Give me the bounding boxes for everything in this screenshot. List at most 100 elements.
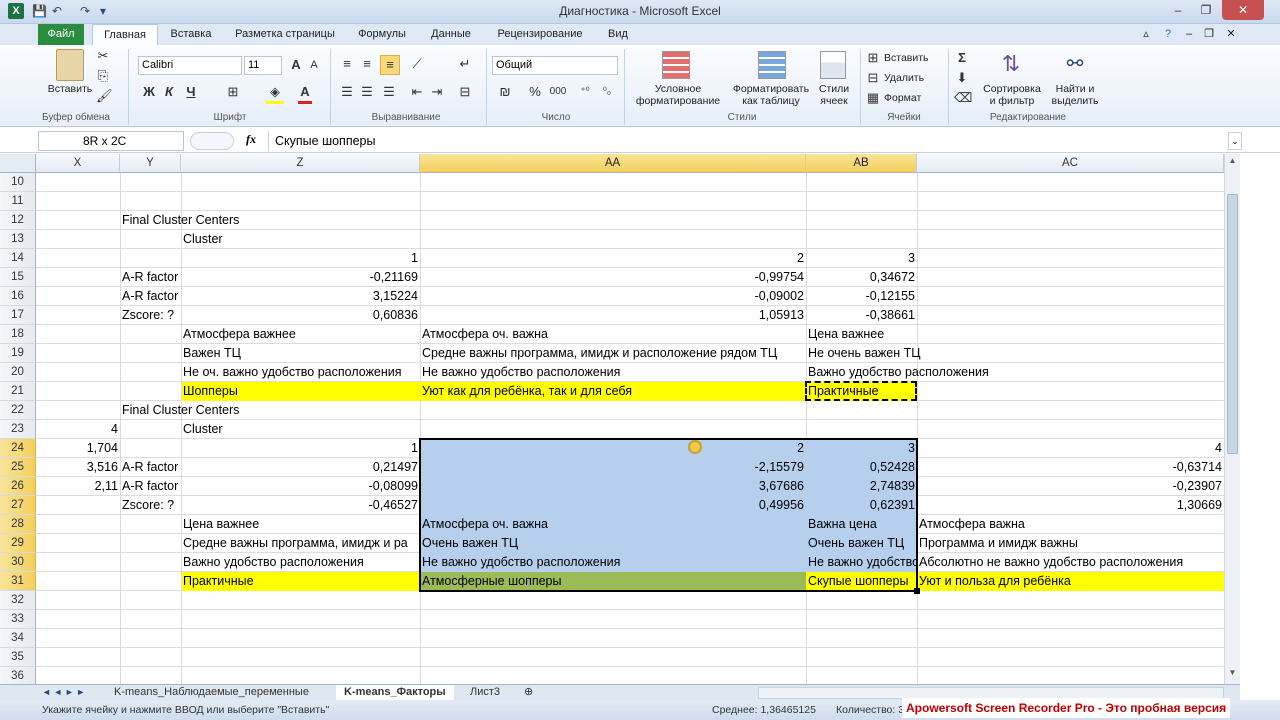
underline-button[interactable]: Ч — [184, 83, 198, 101]
row-header-27[interactable]: 27 — [0, 496, 36, 515]
cell-x-24[interactable]: 1,704 — [36, 439, 120, 458]
cell-ac-24[interactable]: 4 — [917, 439, 1224, 458]
row-header-20[interactable]: 20 — [0, 363, 36, 382]
cell-ab-14[interactable]: 3 — [806, 249, 917, 268]
delete-cells-icon[interactable]: ⊟ — [866, 69, 880, 87]
row-header-17[interactable]: 17 — [0, 306, 36, 325]
tab-insert[interactable]: Вставка — [162, 24, 220, 45]
font-family-select[interactable]: Calibri — [138, 56, 242, 75]
conditional-formatting-icon[interactable] — [662, 51, 690, 79]
format-cells-button[interactable]: Формат — [884, 92, 944, 104]
font-size-select[interactable]: 11 — [244, 56, 282, 75]
cell-ac-29[interactable]: Программа и имидж важны — [917, 534, 1224, 553]
cell-y-22[interactable]: Final Cluster Centers — [120, 401, 520, 420]
cell-aa-20[interactable]: Не важно удобство расположения — [420, 363, 806, 382]
cell-ac-27[interactable]: 1,30669 — [917, 496, 1224, 515]
paste-icon[interactable] — [56, 49, 84, 81]
sheet-tab-list3[interactable]: Лист3 — [462, 685, 508, 701]
cell-x-23[interactable]: 4 — [36, 420, 120, 439]
row-header-21[interactable]: 21 — [0, 382, 36, 401]
close-button[interactable]: ✕ — [1222, 0, 1264, 20]
cell-x-25[interactable]: 3,516 — [36, 458, 120, 477]
align-middle-icon[interactable]: ≡ — [358, 55, 376, 73]
sheet-nav-buttons[interactable]: ◄ ◄ ► ► — [34, 685, 93, 701]
cell-z-16[interactable]: 3,15224 — [181, 287, 420, 306]
italic-button[interactable]: К — [162, 83, 176, 101]
bold-button[interactable]: Ж — [142, 83, 156, 101]
workbook-close-icon[interactable]: ✕ — [1222, 24, 1240, 45]
cell-aa-14[interactable]: 2 — [420, 249, 806, 268]
grow-font-icon[interactable]: A — [288, 56, 304, 74]
help-icon[interactable]: ? — [1160, 24, 1176, 45]
row-header-13[interactable]: 13 — [0, 230, 36, 249]
align-top-icon[interactable]: ≡ — [338, 55, 356, 73]
scroll-down-icon[interactable]: ▼ — [1227, 668, 1238, 677]
row-header-10[interactable]: 10 — [0, 173, 36, 192]
cell-z-21[interactable]: Шопперы — [181, 382, 420, 401]
cell-y-17[interactable]: Zscore: ? — [120, 306, 181, 325]
cell-z-14[interactable]: 1 — [181, 249, 420, 268]
cell-z-24[interactable]: 1 — [181, 439, 420, 458]
column-header-ac[interactable]: AC — [917, 154, 1224, 173]
name-box[interactable]: 8R x 2C — [38, 131, 184, 151]
insert-sheet-icon[interactable]: ⊕ — [516, 685, 541, 701]
align-right-icon[interactable]: ☰ — [380, 83, 398, 101]
orientation-icon[interactable]: ⟋ — [408, 55, 426, 73]
row-header-12[interactable]: 12 — [0, 211, 36, 230]
worksheet-grid[interactable]: X Y Z AA AB AC 10 11 12 Final Cluster Cente… — [0, 154, 1240, 686]
fx-button[interactable]: fx — [246, 132, 266, 147]
cut-icon[interactable]: ✂ — [96, 47, 110, 65]
clear-icon[interactable]: ⌫ — [954, 89, 972, 107]
insert-cells-button[interactable]: Вставить — [884, 52, 944, 64]
format-cells-icon[interactable]: ▦ — [866, 89, 880, 107]
cell-aa-24[interactable]: 2 — [420, 439, 806, 458]
thousands-separator-button[interactable]: 000 — [546, 83, 570, 101]
workbook-restore-icon[interactable]: ❐ — [1200, 24, 1218, 45]
row-header-33[interactable]: 33 — [0, 610, 36, 629]
fill-handle[interactable] — [914, 588, 920, 594]
conditional-formatting-button[interactable]: Условное форматирование — [628, 83, 728, 107]
cell-aa-26[interactable]: 3,67686 — [420, 477, 806, 496]
cell-z-28[interactable]: Цена важнее — [181, 515, 420, 534]
cell-y-25[interactable]: A-R factor — [120, 458, 181, 477]
restore-button[interactable]: ❐ — [1192, 0, 1220, 20]
find-select-button[interactable]: Найти и выделить — [1046, 83, 1104, 107]
cell-aa-19[interactable]: Средне важны программа, имидж и располож… — [420, 344, 806, 363]
percent-button[interactable]: % — [528, 83, 542, 101]
vertical-scrollbar[interactable]: ▲ ▼ — [1224, 154, 1240, 684]
cell-y-26[interactable]: A-R factor — [120, 477, 181, 496]
workbook-minimize-icon[interactable]: – — [1180, 24, 1198, 45]
format-as-table-icon[interactable] — [758, 51, 786, 79]
tab-file[interactable]: Файл — [38, 24, 84, 45]
column-header-y[interactable]: Y — [120, 154, 181, 173]
sort-filter-icon[interactable]: ⇅ — [996, 49, 1026, 79]
cell-aa-15[interactable]: -0,99754 — [420, 268, 806, 287]
align-center-icon[interactable]: ☰ — [358, 83, 376, 101]
decrease-indent-icon[interactable]: ⇤ — [408, 83, 426, 101]
cell-aa-27[interactable]: 0,49956 — [420, 496, 806, 515]
increase-indent-icon[interactable]: ⇥ — [428, 83, 446, 101]
column-header-ab[interactable]: AB — [806, 154, 917, 173]
expand-formula-icon[interactable]: ⌄ — [1228, 132, 1242, 150]
cell-z-31[interactable]: Практичные — [181, 572, 420, 591]
cell-ab-25[interactable]: 0,52428 — [806, 458, 917, 477]
cell-aa-16[interactable]: -0,09002 — [420, 287, 806, 306]
cell-z-20[interactable]: Не оч. важно удобство расположения — [181, 363, 420, 382]
tab-review[interactable]: Рецензирование — [488, 24, 592, 45]
row-header-32[interactable]: 32 — [0, 591, 36, 610]
row-header-31[interactable]: 31 — [0, 572, 36, 591]
tab-data[interactable]: Данные — [418, 24, 484, 45]
row-header-24[interactable]: 24 — [0, 439, 36, 458]
row-header-29[interactable]: 29 — [0, 534, 36, 553]
cell-ac-31[interactable]: Уют и польза для ребёнка — [917, 572, 1224, 591]
cell-ab-28[interactable]: Важна цена — [806, 515, 917, 534]
cell-z-17[interactable]: 0,60836 — [181, 306, 420, 325]
formula-cancel-enter[interactable] — [190, 132, 234, 150]
wrap-text-icon[interactable]: ↵ — [456, 55, 474, 73]
cell-ac-25[interactable]: -0,63714 — [917, 458, 1224, 477]
copy-icon[interactable]: ⎘ — [96, 67, 110, 85]
format-painter-icon[interactable]: 🖌 — [96, 87, 113, 105]
cell-ab-18[interactable]: Цена важнее — [806, 325, 1224, 344]
cell-styles-icon[interactable] — [820, 51, 846, 79]
row-header-18[interactable]: 18 — [0, 325, 36, 344]
